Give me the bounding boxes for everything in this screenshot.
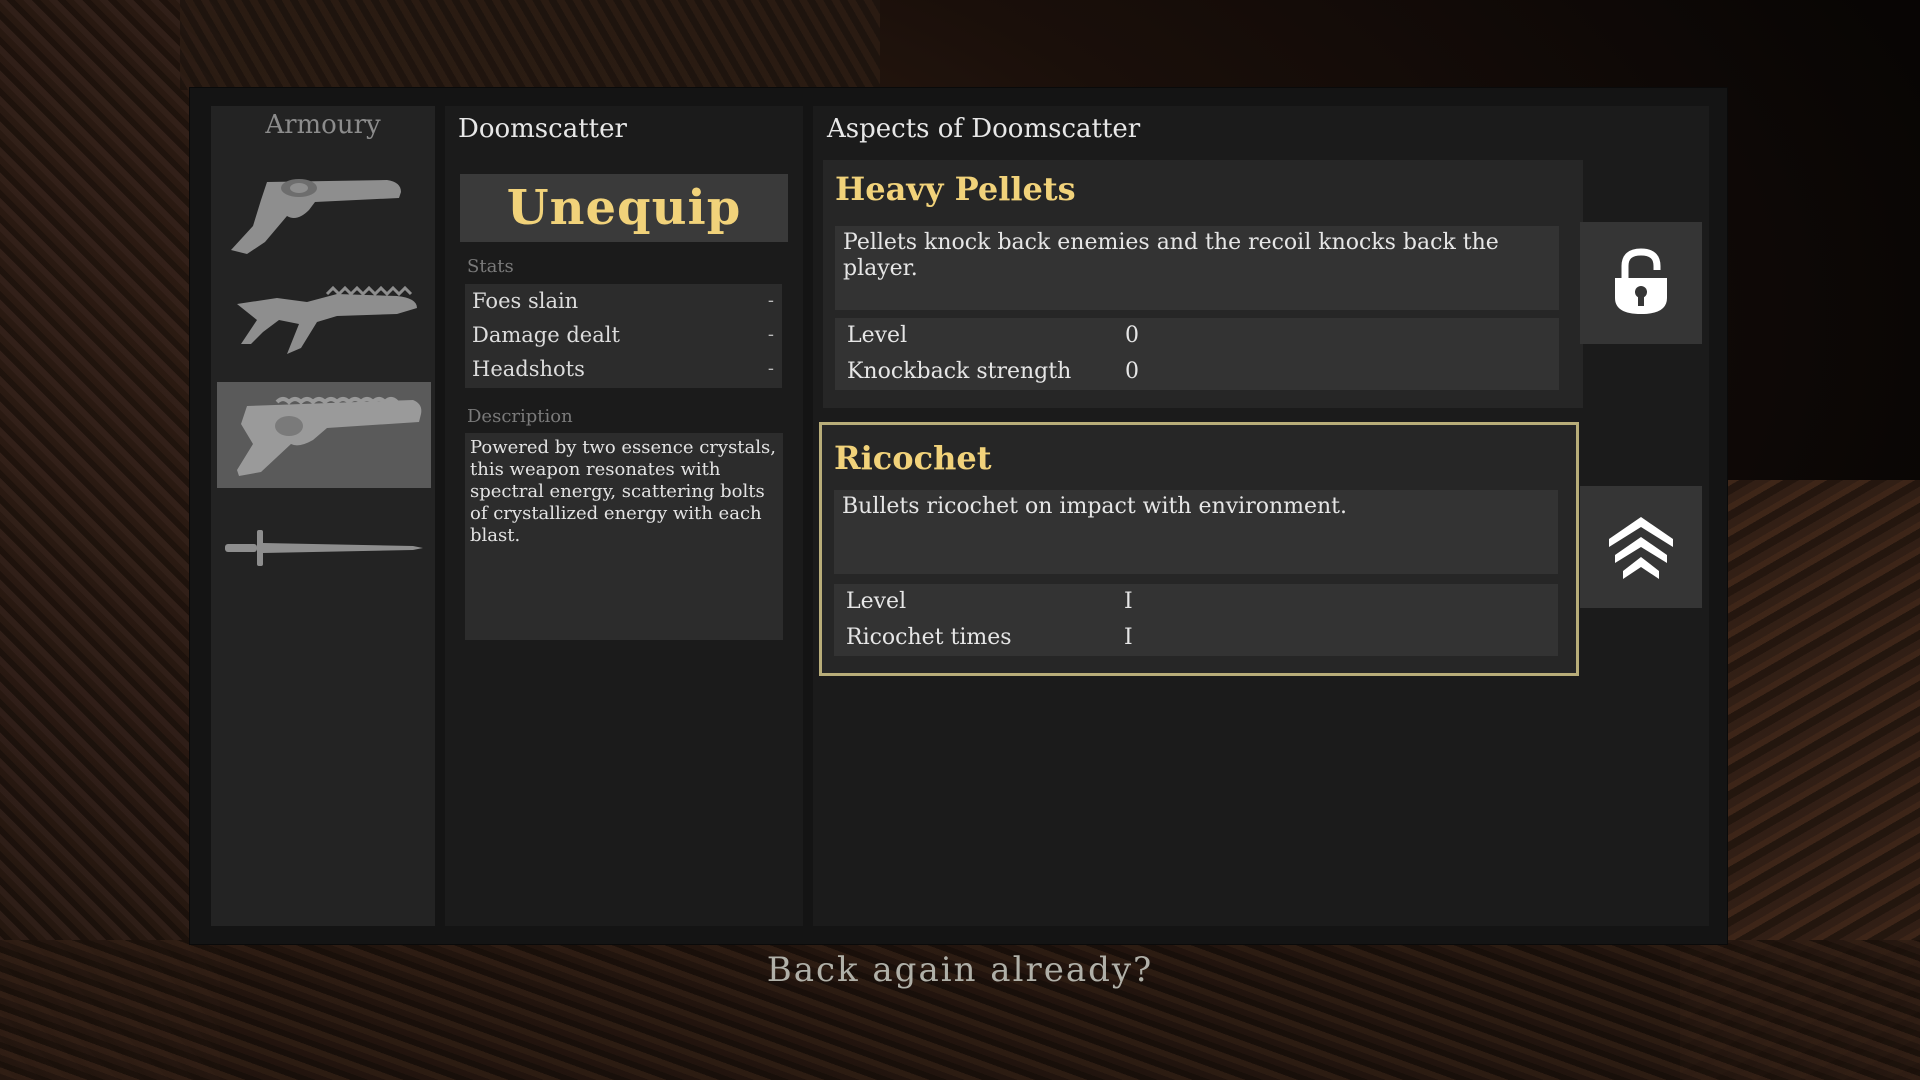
unlock-aspect-button[interactable] xyxy=(1580,222,1702,344)
weapon-name: Doomscatter xyxy=(458,114,627,144)
aspect-stat-row: Ricochet times I xyxy=(834,620,1558,656)
aspect-stat-value: I xyxy=(1124,589,1133,614)
spiked-rifle-icon xyxy=(237,285,417,354)
stat-label: Damage dealt xyxy=(472,323,620,347)
aspect-description: Bullets ricochet on impact with environm… xyxy=(834,490,1558,574)
aspect-stat-label: Level xyxy=(847,323,908,348)
aspect-stat-value: 0 xyxy=(1125,359,1139,384)
stat-row-headshots: Headshots - xyxy=(465,352,782,386)
weapon-slot-doomscatter[interactable] xyxy=(217,382,431,488)
aspect-name: Heavy Pellets xyxy=(835,170,1076,208)
stat-value: - xyxy=(767,358,774,379)
aspect-stat-label: Ricochet times xyxy=(846,625,1012,650)
dialogue-subtitle: Back again already? xyxy=(766,950,1154,990)
armoury-title: Armoury xyxy=(265,110,381,140)
background-wall-top xyxy=(180,0,880,90)
weapon-slot-spiked-rifle[interactable] xyxy=(217,268,431,374)
aspect-stats: Level 0 Knockback strength 0 xyxy=(835,318,1559,390)
stat-row-damage-dealt: Damage dealt - xyxy=(465,318,782,352)
aspect-stat-value: I xyxy=(1124,625,1133,650)
stat-value: - xyxy=(767,324,774,345)
sword-icon xyxy=(225,530,423,566)
stat-label: Foes slain xyxy=(472,289,579,313)
weapon-detail-column: Doomscatter Unequip Stats Foes slain - D… xyxy=(445,106,803,926)
aspect-stat-label: Level xyxy=(846,589,907,614)
aspect-description: Pellets knock back enemies and the recoi… xyxy=(835,226,1559,310)
aspect-stat-row: Knockback strength 0 xyxy=(835,354,1559,390)
aspect-stats: Level I Ricochet times I xyxy=(834,584,1558,656)
weapon-slot-sword[interactable] xyxy=(217,494,431,600)
weapon-slot-revolver[interactable] xyxy=(217,158,431,264)
upgrade-aspect-button[interactable] xyxy=(1580,486,1702,608)
doomscatter-icon xyxy=(237,397,422,476)
stat-label: Headshots xyxy=(472,357,585,381)
stat-row-foes-slain: Foes slain - xyxy=(465,284,782,318)
armoury-column: Armoury xyxy=(211,106,435,926)
aspect-stat-value: 0 xyxy=(1125,323,1139,348)
stats-label: Stats xyxy=(467,256,514,277)
unequip-button[interactable]: Unequip xyxy=(460,174,788,242)
unlock-icon xyxy=(1615,248,1667,314)
aspects-column: Aspects of Doomscatter Heavy Pellets Pel… xyxy=(813,106,1709,926)
stats-list: Foes slain - Damage dealt - Headshots - xyxy=(465,284,782,388)
weapon-description: Powered by two essence crystals, this we… xyxy=(465,433,783,640)
upgrade-chevrons-icon xyxy=(1609,517,1673,579)
revolver-icon xyxy=(231,179,401,254)
aspect-card-heavy-pellets[interactable]: Heavy Pellets Pellets knock back enemies… xyxy=(823,160,1583,408)
stat-value: - xyxy=(767,290,774,311)
background-wall-left xyxy=(0,0,220,1080)
aspect-name: Ricochet xyxy=(834,439,992,477)
description-label: Description xyxy=(467,406,573,427)
aspect-card-ricochet[interactable]: Ricochet Bullets ricochet on impact with… xyxy=(819,422,1579,676)
aspect-stat-row: Level 0 xyxy=(835,318,1559,354)
aspect-stat-label: Knockback strength xyxy=(847,359,1072,384)
aspect-stat-row: Level I xyxy=(834,584,1558,620)
aspects-title: Aspects of Doomscatter xyxy=(827,114,1141,144)
